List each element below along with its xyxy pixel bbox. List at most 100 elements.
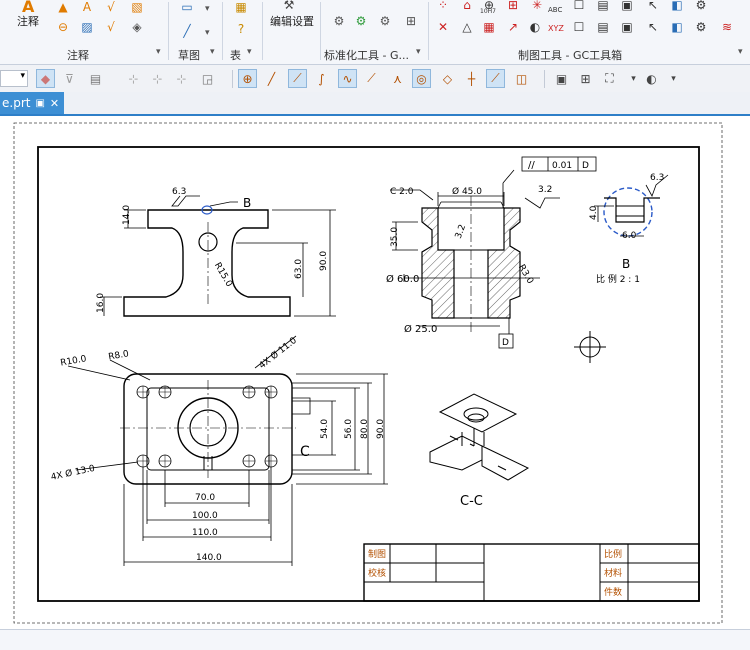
gc-top-icon-4[interactable]: ↖ <box>644 0 662 14</box>
help-icon[interactable]: ? <box>232 20 250 38</box>
snap-2-icon[interactable]: ⊹ <box>148 69 167 88</box>
gc-triangle-icon[interactable]: △ <box>458 18 476 36</box>
gc-group-chevron[interactable]: ▾ <box>738 47 743 57</box>
view-dropdown-icon[interactable]: ▾ <box>624 69 643 88</box>
snap-on-curve-icon[interactable]: ⟋ <box>486 69 505 88</box>
snap-mid-icon[interactable]: ∿ <box>338 69 357 88</box>
gc-doc-icon[interactable]: ▤ <box>594 18 612 36</box>
filter-icon[interactable]: ⊽ <box>60 69 79 88</box>
top-dim-110: 110.0 <box>192 528 218 538</box>
front-label-b: B <box>243 196 251 210</box>
snap-end-icon[interactable]: ⟋ <box>288 69 307 88</box>
snap-quadrant-icon[interactable]: ◇ <box>438 69 457 88</box>
snap-point-icon[interactable]: ⊕ <box>238 69 257 88</box>
view-orient-icon[interactable]: ◐ <box>642 69 661 88</box>
section-dim-roughness: 3.2 <box>538 185 552 195</box>
tab-doc-icon[interactable]: ▣ <box>35 98 44 109</box>
gc-circle-icon[interactable]: ◐ <box>526 18 544 36</box>
drawing-sheet[interactable]: 6.3 14.0 B R15.0 63.0 90.0 16.0 // 0.01 <box>0 116 750 629</box>
gc-xyz-label[interactable]: XYZ <box>548 24 564 33</box>
gc-abc-label[interactable]: ABC <box>548 6 562 14</box>
front-view[interactable]: 6.3 14.0 B R15.0 63.0 90.0 16.0 <box>96 187 336 317</box>
standard-tool-icon-2[interactable]: ⚙ <box>352 12 370 30</box>
annotation-big-button[interactable]: A 注释 <box>14 0 44 44</box>
gc-arrow-icon[interactable]: ↗ <box>504 18 522 36</box>
hatch-icon[interactable]: ▧ <box>128 0 146 16</box>
detail-label-b: B <box>622 257 630 271</box>
tab-close-icon[interactable]: ✕ <box>50 97 59 110</box>
section-dim-45: Ø 45.0 <box>452 186 482 197</box>
section-dim-25: Ø 25.0 <box>404 323 437 335</box>
gc-grid-icon[interactable]: ⊞ <box>504 0 522 14</box>
section-view[interactable]: // 0.01 D C 2.0 Ø 45.0 3.2 35.0 3.2 R3.0… <box>386 156 597 349</box>
feature-control-icon[interactable]: ▲ <box>54 0 72 16</box>
gc-spark-icon[interactable]: ✳ <box>528 0 546 14</box>
edit-settings-button[interactable]: ⚒ 编辑设置 <box>266 0 318 34</box>
fill-icon[interactable]: ◈ <box>128 18 146 36</box>
front-dim-14: 14.0 <box>122 205 132 225</box>
snap-line-icon[interactable]: ╱ <box>262 69 281 88</box>
iso-section-label: C-C <box>460 494 483 509</box>
section-dim-chamfer: C 2.0 <box>390 187 414 197</box>
standard-tool-icon-4[interactable]: ⊞ <box>402 12 420 30</box>
gc-top-icon-2[interactable]: ▤ <box>594 0 612 14</box>
top-dim-70: 70.0 <box>195 493 215 503</box>
tab-part-file[interactable]: e.prt ▣ ✕ <box>0 92 64 114</box>
snap-center-icon[interactable]: ◎ <box>412 69 431 88</box>
gc-top-icon-5[interactable]: ◧ <box>668 0 686 14</box>
gc-bolt-icon[interactable]: ⌂ <box>458 0 476 14</box>
tab-label: e.prt <box>2 96 31 110</box>
standard-tool-icon-3[interactable]: ⚙ <box>376 12 394 30</box>
drawing-canvas[interactable]: 6.3 14.0 B R15.0 63.0 90.0 16.0 // 0.01 <box>0 116 750 649</box>
snap-3-icon[interactable]: ⊹ <box>172 69 191 88</box>
gc-top-icon-3[interactable]: ▣ <box>618 0 636 14</box>
rectangle-icon[interactable]: ▭ <box>178 0 196 16</box>
line-sketch-icon[interactable]: ╱ <box>178 22 196 40</box>
group-title-gc-toolbox: 制图工具 - GC工具箱 <box>518 49 623 62</box>
detail-view-b[interactable]: 6.3 4.0 6.0 B 比 例 2 : 1 <box>589 173 669 285</box>
iso-section-view[interactable]: C-C <box>429 393 530 509</box>
title-checked-label: 校核 <box>368 567 386 579</box>
sketch-dropdown[interactable]: ▾ <box>205 4 210 14</box>
sketch-group-chevron[interactable]: ▾ <box>210 47 215 57</box>
gc-table-icon[interactable]: ▣ <box>618 18 636 36</box>
view-fit-icon[interactable]: ▣ <box>552 69 571 88</box>
select-icon[interactable]: ◆ <box>36 69 55 88</box>
image-icon[interactable]: ▨ <box>78 18 96 36</box>
view-box-icon[interactable]: ◲ <box>198 69 217 88</box>
table-icon[interactable]: ▦ <box>232 0 250 16</box>
gc-top-icon-6[interactable]: ⚙ <box>692 0 710 14</box>
surface-finish-icon[interactable]: √ <box>102 0 120 16</box>
bottom-scroll-strip[interactable] <box>0 629 750 650</box>
gc-tag-icon[interactable]: ◧ <box>668 18 686 36</box>
standard-group-chevron[interactable]: ▾ <box>416 47 421 57</box>
snap-intersect-icon[interactable]: ⋏ <box>388 69 407 88</box>
gc-cursor-icon[interactable]: ↖ <box>644 18 662 36</box>
snap-bounded-icon[interactable]: ◫ <box>512 69 531 88</box>
datum-icon[interactable]: A <box>78 0 96 16</box>
title-block[interactable]: 制图 校核 比例 材料 件数 <box>363 543 700 602</box>
snap-icon[interactable]: ⊹ <box>124 69 143 88</box>
gc-points-icon[interactable]: ⁘ <box>434 0 452 14</box>
gc-top-icon-1[interactable]: ☐ <box>570 0 588 14</box>
filter-list-icon[interactable]: ▤ <box>86 69 105 88</box>
top-view[interactable]: R10.0 R8.0 4X Ø 11.0 54.0 56.0 80.0 90.0… <box>50 335 388 566</box>
gc-wave-icon[interactable]: ≋ <box>718 18 736 36</box>
view-pan-icon[interactable]: ⛶ <box>600 69 619 88</box>
gc-square-icon[interactable]: ☐ <box>570 18 588 36</box>
snap-control-icon[interactable]: ⟋ <box>362 69 381 88</box>
view-orient-dropdown-icon[interactable]: ▾ <box>664 69 683 88</box>
snap-curve-icon[interactable]: ∫ <box>312 69 331 88</box>
table-group-chevron[interactable]: ▾ <box>247 47 252 57</box>
snap-existing-icon[interactable]: ┼ <box>462 69 481 88</box>
gc-gear-icon[interactable]: ⚙ <box>692 18 710 36</box>
sketch-dropdown-2[interactable]: ▾ <box>205 28 210 38</box>
standard-tool-icon-1[interactable]: ⚙ <box>330 12 348 30</box>
view-zoom-icon[interactable]: ⊞ <box>576 69 595 88</box>
selection-filter-dropdown[interactable]: ▾ <box>0 70 28 87</box>
weld-symbol-icon[interactable]: √ <box>102 18 120 36</box>
magnify-icon[interactable]: ⊖ <box>54 18 72 36</box>
gc-cross-icon[interactable]: ✕ <box>434 18 452 36</box>
gc-grid2-icon[interactable]: ▦ <box>480 18 498 36</box>
annotation-group-chevron[interactable]: ▾ <box>156 47 161 57</box>
